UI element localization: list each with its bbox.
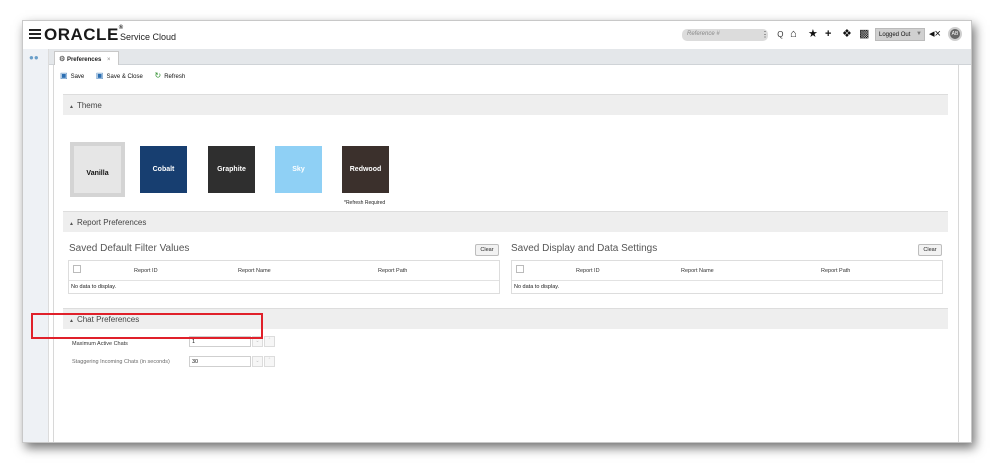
floppy-disk-icon: ▣ — [60, 71, 68, 80]
plus-icon[interactable]: + — [825, 28, 831, 40]
select-all-checkbox[interactable] — [73, 265, 81, 273]
column-header[interactable]: Report Name — [681, 268, 714, 274]
preferences-panel: ▣ Save ▣ Save & Close ↻ Refresh ▲ Theme Vani… — [53, 65, 959, 442]
empty-message: No data to display. — [514, 284, 560, 290]
saved-display-settings-title: Saved Display and Data Settings — [511, 243, 658, 254]
chat-icon[interactable]: ●● — [29, 53, 39, 62]
clear-display-settings-button[interactable]: Clear — [918, 244, 942, 256]
theme-tile-label: Sky — [292, 166, 305, 173]
theme-tile-graphite[interactable]: Graphite — [208, 146, 255, 193]
increment-chevron-up-icon[interactable]: ˆ — [264, 336, 275, 347]
column-header[interactable]: Report ID — [576, 268, 600, 274]
puzzle-icon[interactable]: ❖ — [842, 28, 852, 40]
save-button[interactable]: ▣ Save — [60, 71, 84, 80]
theme-tile-label: Vanilla — [86, 170, 109, 177]
status-label: Logged Out — [879, 32, 911, 38]
mute-speaker-icon[interactable]: ◂× — [929, 28, 941, 40]
refresh-button[interactable]: ↻ Refresh — [155, 71, 186, 80]
refresh-icon: ↻ — [154, 71, 162, 80]
gear-icon: ⚙ — [59, 56, 66, 63]
refresh-label: Refresh — [164, 74, 186, 80]
column-header[interactable]: Report Path — [378, 268, 407, 274]
tab-bar: ⚙ Preferences × — [49, 49, 971, 65]
close-icon[interactable]: × — [107, 57, 111, 63]
status-dropdown[interactable]: Logged Out ▼ — [875, 28, 925, 41]
app-window: ORACLE® Service Cloud Reference # ⋮ Q ⌂ … — [22, 20, 972, 443]
column-header[interactable]: Report Name — [238, 268, 271, 274]
tab-label: Preferences — [66, 57, 102, 63]
section-title: Theme — [76, 101, 102, 110]
theme-tile-label: Cobalt — [152, 166, 175, 173]
theme-tile-cobalt[interactable]: Cobalt — [140, 146, 187, 193]
toolbar: ▣ Save ▣ Save & Close ↻ Refresh — [60, 71, 195, 83]
section-title: Chat Preferences — [76, 315, 140, 324]
avatar[interactable]: AB — [948, 27, 962, 41]
save-close-label: Save & Close — [106, 74, 143, 80]
section-title: Report Preferences — [76, 218, 147, 227]
decrement-chevron-down-icon[interactable]: ⌄ — [252, 356, 263, 367]
floppy-disk-close-icon: ▣ — [95, 71, 104, 80]
clear-filter-values-button[interactable]: Clear — [475, 244, 499, 256]
collapse-triangle-icon: ▲ — [69, 318, 74, 324]
increment-chevron-up-icon[interactable]: ˆ — [264, 356, 275, 367]
chevron-down-icon: ▼ — [916, 31, 922, 37]
collapse-triangle-icon: ▲ — [69, 221, 74, 227]
product-name: Service Cloud — [120, 32, 177, 42]
refresh-required-note: *Refresh Required — [344, 200, 386, 206]
theme-tile-sky[interactable]: Sky — [275, 146, 322, 193]
theme-tile-redwood[interactable]: Redwood — [342, 146, 389, 193]
left-rail: ●● — [23, 49, 49, 442]
saved-display-settings-table: Report ID Report Name Report Path No dat… — [511, 260, 943, 294]
column-header[interactable]: Report Path — [821, 268, 850, 274]
hamburger-menu-icon[interactable] — [29, 29, 41, 39]
theme-tile-label: Graphite — [217, 166, 246, 173]
empty-message: No data to display. — [71, 284, 117, 290]
home-icon[interactable]: ⌂ — [790, 28, 797, 40]
column-header[interactable]: Report ID — [134, 268, 158, 274]
chat-preferences-section-header[interactable]: ▲ Chat Preferences — [63, 308, 948, 329]
top-bar: ORACLE® Service Cloud Reference # ⋮ Q ⌂ … — [23, 21, 971, 49]
staggering-incoming-chats-label: Staggering Incoming Chats (in seconds) — [72, 359, 170, 365]
theme-tile-vanilla[interactable]: Vanilla — [70, 142, 125, 197]
max-active-chats-label: Maximum Active Chats — [72, 341, 128, 347]
table-header: Report ID Report Name Report Path — [69, 261, 499, 281]
decrement-chevron-down-icon[interactable]: ⌄ — [252, 336, 263, 347]
select-all-checkbox[interactable] — [516, 265, 524, 273]
save-close-button[interactable]: ▣ Save & Close — [96, 71, 143, 80]
star-icon[interactable]: ★ — [808, 28, 818, 40]
staggering-incoming-chats-stepper: ⌄ ˆ — [189, 356, 275, 367]
saved-filter-values-title: Saved Default Filter Values — [69, 243, 190, 254]
collapse-triangle-icon: ▲ — [69, 104, 74, 110]
max-active-chats-input[interactable] — [189, 336, 251, 347]
saved-filter-values-table: Report ID Report Name Report Path No dat… — [68, 260, 500, 294]
chat-bubble-icon[interactable]: ▩ — [859, 28, 869, 40]
staggering-incoming-chats-input[interactable] — [189, 356, 251, 367]
search-icon[interactable]: ⋮ Q — [761, 30, 786, 39]
report-preferences-section-header[interactable]: ▲ Report Preferences — [63, 211, 948, 232]
table-header: Report ID Report Name Report Path — [512, 261, 942, 281]
theme-tile-label: Redwood — [349, 166, 382, 173]
oracle-logo: ORACLE® — [44, 25, 124, 44]
reference-search-input[interactable]: Reference # — [682, 29, 768, 41]
theme-section-header[interactable]: ▲ Theme — [63, 94, 948, 115]
save-label: Save — [70, 74, 85, 80]
tab-preferences[interactable]: ⚙ Preferences × — [54, 51, 119, 65]
max-active-chats-stepper: ⌄ ˆ — [189, 336, 275, 347]
